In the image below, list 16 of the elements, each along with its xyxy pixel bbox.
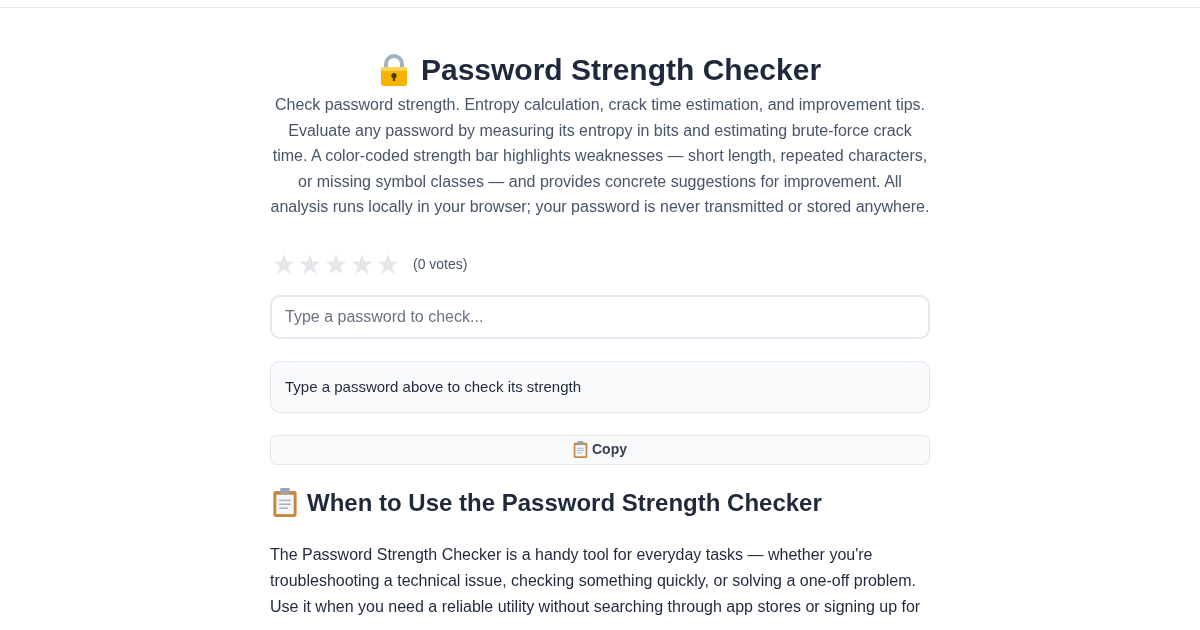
star-icon[interactable]	[377, 254, 399, 276]
clipboard-icon	[573, 441, 588, 459]
star-icon[interactable]	[351, 254, 373, 276]
padlock-icon	[378, 54, 409, 86]
section-paragraph: The Password Strength Checker is a handy tool for everyday tasks — whether you're troubleshooting a technical issue, checking something quickly, or solving a one-off problem. Use it when you need a reliable utility without searching through app stores or signing up for	[270, 544, 922, 617]
star-icon[interactable]	[273, 254, 295, 276]
vote-count: (0 votes)	[413, 255, 468, 275]
tool-description: Check password strength. Entropy calculation, crack time estimation, and improvement tips. Evaluate any password by measuring its entropy in bits and estimating brute-force crack time. A color-coded strength bar highlights weaknesses — short length, repeated characters, or missing symbol classes — and provides concrete suggestions for improvement. All analysis runs locally in your browser; your password is never transmitted or stored anywhere.	[270, 95, 930, 218]
section-heading: When to Use the Password Strength Checker	[307, 487, 822, 518]
clipboard-icon	[272, 488, 298, 518]
page-title: Password Strength Checker	[420, 52, 822, 88]
result-message: Type a password above to check its strength	[285, 376, 581, 397]
star-icon[interactable]	[299, 254, 321, 276]
copy-button[interactable]: Copy	[270, 434, 930, 465]
star-icon[interactable]	[325, 254, 347, 276]
password-input[interactable]: Type a password to check...	[270, 294, 930, 339]
